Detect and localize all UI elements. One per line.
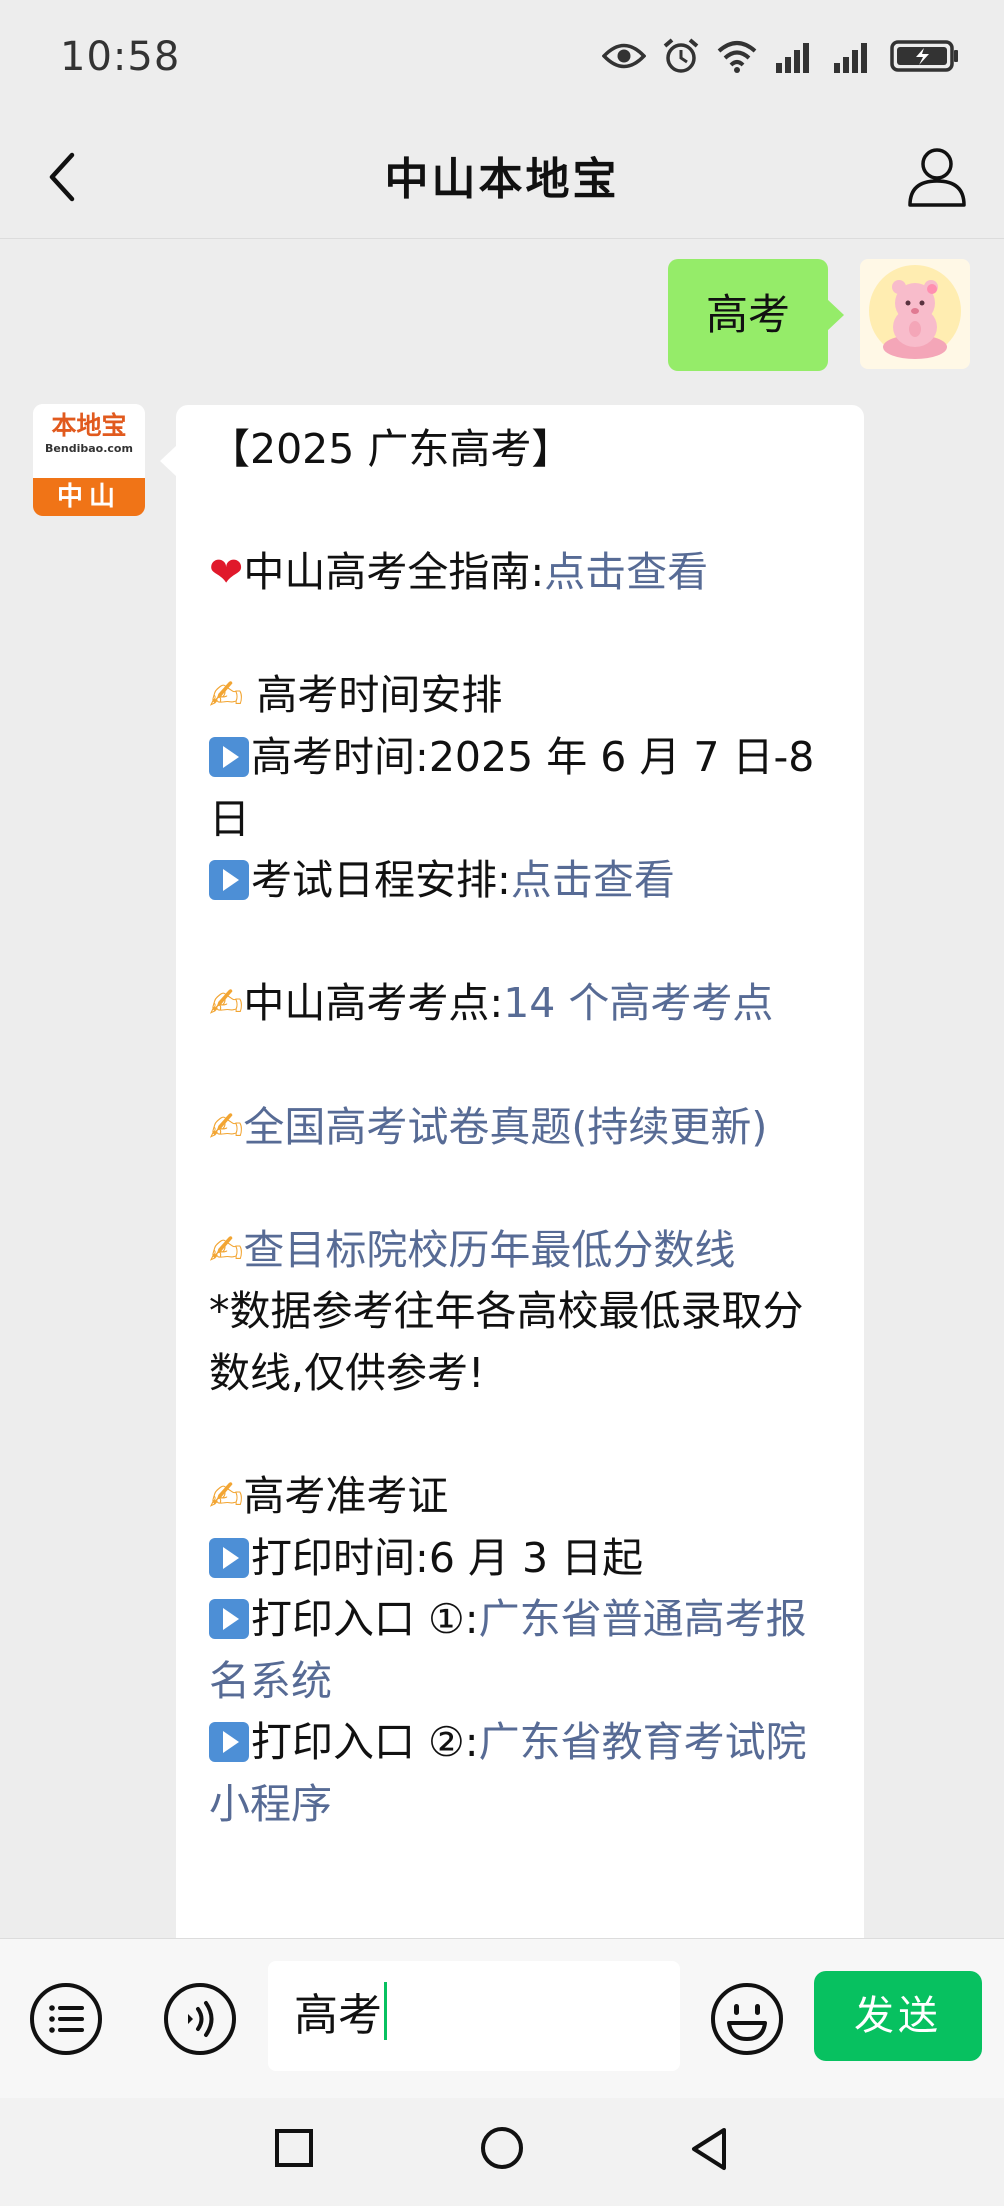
emoji-icon[interactable] — [709, 1981, 785, 2057]
print-time-label: 打印时间: — [251, 1533, 429, 1582]
scores-line: ✍查目标院校历年最低分数线 — [209, 1220, 834, 1282]
heart-icon: ❤ — [209, 548, 244, 597]
print-entry2-line: 打印入口 ②:广东省教育考试院小程序 — [209, 1712, 834, 1835]
outgoing-message-bubble[interactable]: 高考 — [668, 259, 844, 371]
guide-link[interactable]: 点击查看 — [544, 548, 708, 596]
exam-time-label: 高考时间: — [251, 732, 429, 781]
text-caret — [384, 1982, 387, 2040]
avatar-city: 中山 — [33, 478, 145, 516]
print-time-line: 打印时间:6 月 3 日起 — [209, 1528, 834, 1590]
play-button-icon — [209, 1537, 249, 1578]
schedule-link[interactable]: 点击查看 — [511, 856, 675, 904]
schedule-heading: 高考时间安排 — [243, 671, 503, 720]
status-icons — [602, 34, 960, 78]
play-button-icon — [209, 1599, 249, 1640]
recent-apps-icon[interactable] — [272, 2126, 316, 2170]
sites-line: ✍中山高考考点:14 个高考考点 — [209, 973, 834, 1035]
sites-label: 中山高考考点: — [243, 979, 504, 1028]
writing-hand-icon: ✍ — [209, 1472, 244, 1521]
message-input[interactable]: 高考 — [268, 1961, 680, 2071]
menu-list-icon[interactable] — [28, 1981, 104, 2057]
message-input-value: 高考 — [294, 1990, 382, 2041]
print-time-value: 6 月 3 日起 — [428, 1533, 644, 1582]
print-entry1-label: 打印入口 ①: — [251, 1595, 479, 1644]
print-entry1-line: 打印入口 ①:广东省普通高考报名系统 — [209, 1589, 834, 1712]
guide-label: 中山高考全指南: — [243, 548, 545, 597]
input-bar: 高考 发送 — [0, 1938, 1004, 2098]
papers-line: ✍全国高考试卷真题(持续更新) — [209, 1097, 834, 1159]
status-time: 10:58 — [60, 34, 181, 80]
play-button-icon — [209, 1722, 249, 1763]
battery-charging-icon — [890, 40, 958, 72]
wifi-icon — [717, 41, 757, 73]
system-nav-bar — [0, 2098, 1004, 2206]
writing-hand-icon: ✍ — [209, 979, 244, 1028]
page-title: 中山本地宝 — [384, 154, 620, 205]
schedule-line: 考试日程安排:点击查看 — [209, 850, 834, 912]
message-title: 【2025 广东高考】 — [209, 425, 573, 473]
status-bar: 10:58 — [0, 0, 1004, 115]
user-avatar[interactable] — [860, 259, 970, 369]
writing-hand-icon: ✍ — [209, 1225, 244, 1274]
voice-icon[interactable] — [162, 1981, 238, 2057]
play-button-icon — [209, 860, 249, 901]
alarm-icon — [663, 38, 699, 73]
avatar-site: Bendibao.com — [45, 442, 133, 455]
schedule-heading-line: ✍ 高考时间安排 — [209, 665, 834, 727]
eye-icon — [602, 43, 646, 69]
avatar-brand-area: 本地宝 Bendibao.com — [33, 404, 145, 478]
guide-line: ❤中山高考全指南:点击查看 — [209, 542, 834, 604]
pink-bear-avatar-icon — [869, 265, 961, 359]
signal-icon — [776, 43, 809, 73]
writing-hand-icon: ✍ — [209, 671, 244, 720]
play-button-icon — [209, 736, 249, 777]
bendibao-avatar[interactable]: 本地宝 Bendibao.com 中山 — [33, 404, 145, 516]
sites-link[interactable]: 14 个高考考点 — [503, 979, 773, 1027]
incoming-message-bubble: 【2025 广东高考】 ❤中山高考全指南:点击查看 ✍ 高考时间安排 高考时间:… — [160, 405, 864, 1939]
scores-note: *数据参考往年各高校最低录取分数线,仅供参考! — [209, 1287, 804, 1397]
scores-link[interactable]: 查目标院校历年最低分数线 — [243, 1226, 735, 1274]
nav-bar: 中山本地宝 — [0, 115, 1004, 239]
admission-heading: 高考准考证 — [243, 1472, 449, 1521]
avatar-brand: 本地宝 — [51, 411, 127, 440]
writing-hand-icon: ✍ — [209, 1102, 244, 1151]
chat-area[interactable]: 高考 本地宝 Bendibao.com 中山 【2025 广东高考】 ❤中山高考… — [0, 239, 1004, 1939]
back-triangle-icon[interactable] — [688, 2126, 732, 2172]
print-entry2-label: 打印入口 ②: — [251, 1718, 479, 1767]
exam-time-line: 高考时间:2025 年 6 月 7 日-8 日 — [209, 727, 834, 850]
send-button[interactable]: 发送 — [814, 1971, 982, 2061]
person-icon[interactable] — [904, 143, 970, 209]
signal-icon — [834, 43, 867, 73]
schedule-label: 考试日程安排: — [251, 856, 511, 905]
papers-link[interactable]: 全国高考试卷真题(持续更新) — [243, 1103, 767, 1151]
home-icon[interactable] — [479, 2126, 525, 2172]
admission-heading-line: ✍高考准考证 — [209, 1466, 834, 1528]
